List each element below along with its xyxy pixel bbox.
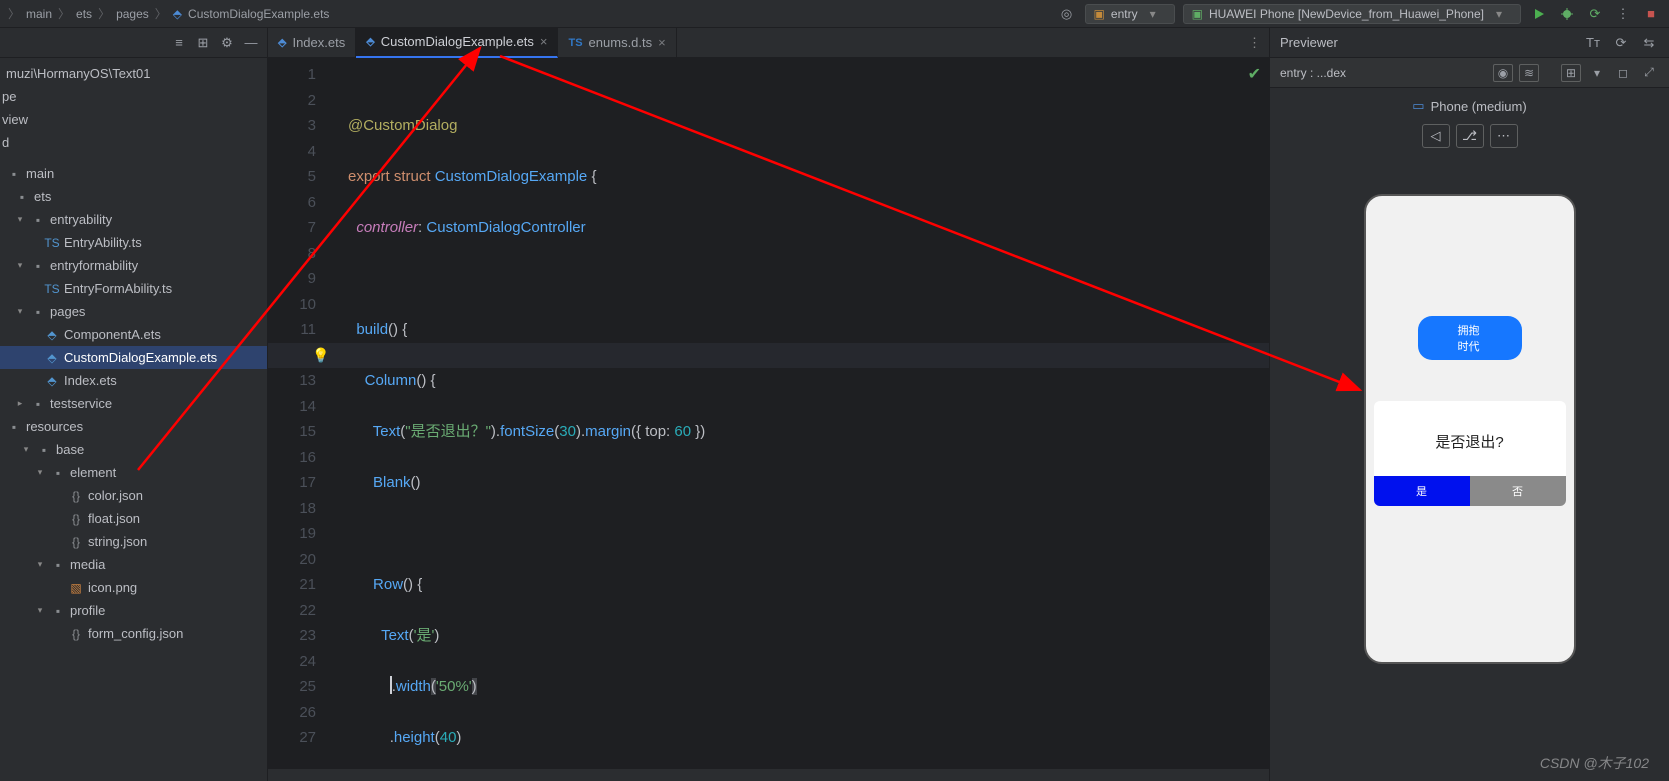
expand-all-icon[interactable]: ⊞: [193, 33, 213, 53]
tree-media[interactable]: ▾▪media: [0, 553, 267, 576]
refresh-icon[interactable]: ⟳: [1611, 34, 1631, 52]
grid-icon[interactable]: ⊞: [1561, 64, 1581, 82]
tree-resources[interactable]: ▪resources: [0, 415, 267, 438]
previewer-panel: Previewer Tᴛ ⟳ ⇆ entry : ...dex ◉ ≋ ⊞ ▾ …: [1269, 28, 1669, 781]
tree-index[interactable]: ⬘Index.ets: [0, 369, 267, 392]
tree-base[interactable]: ▾▪base: [0, 438, 267, 461]
target-icon[interactable]: ◎: [1057, 4, 1077, 24]
tree-entryability-file[interactable]: TSEntryAbility.ts: [0, 231, 267, 254]
tree-entryformability[interactable]: ▾▪entryformability: [0, 254, 267, 277]
back-icon[interactable]: ◁: [1422, 124, 1450, 148]
tree-d[interactable]: d: [0, 131, 267, 154]
watermark: CSDN @木子102: [1540, 753, 1649, 773]
ets-file-icon: ⬘: [173, 7, 182, 21]
eye-icon[interactable]: ◉: [1493, 64, 1513, 82]
tree-color[interactable]: {}color.json: [0, 484, 267, 507]
settings-icon[interactable]: ⚙: [217, 33, 237, 53]
font-icon[interactable]: Tᴛ: [1583, 34, 1603, 52]
tree-float[interactable]: {}float.json: [0, 507, 267, 530]
code-text[interactable]: @CustomDialog export struct CustomDialog…: [330, 58, 1269, 769]
tree-entryability[interactable]: ▾▪entryability: [0, 208, 267, 231]
sidebar-tools: ≡ ⊞ ⚙ —: [0, 28, 267, 58]
more-icon[interactable]: ⋯: [1490, 124, 1518, 148]
previewer-title: Previewer: [1280, 35, 1338, 50]
custom-dialog: 是否退出? 是 否: [1374, 401, 1566, 506]
more-icon[interactable]: ⋮: [1613, 4, 1633, 24]
chevron-down-icon[interactable]: ▾: [1587, 64, 1607, 82]
tab-more-icon[interactable]: ⋮: [1240, 35, 1269, 51]
tab-index[interactable]: ⬘Index.ets: [268, 28, 356, 58]
bc-ets[interactable]: ets: [76, 7, 92, 21]
ts-file-icon: TS: [568, 37, 582, 49]
no-button[interactable]: 否: [1470, 476, 1566, 506]
device-label[interactable]: ▭Phone (medium): [1270, 88, 1669, 124]
yes-button[interactable]: 是: [1374, 476, 1470, 506]
tree-project[interactable]: muzi\HormanyOS\Text01: [0, 62, 267, 85]
phone-mockup: 拥抱时代 是否退出? 是 否: [1364, 194, 1576, 664]
tab-customdialog[interactable]: ⬘CustomDialogExample.ets×: [356, 28, 558, 58]
check-icon[interactable]: ✔: [1248, 62, 1261, 88]
toolbar-right: ◎ ▣entry▾ ▣HUAWEI Phone [NewDevice_from_…: [1057, 4, 1661, 24]
line-gutter: 1234567891011121314151617181920212223242…: [268, 58, 330, 769]
dialog-row: 是 否: [1374, 476, 1566, 506]
rotate-icon[interactable]: ⎇: [1456, 124, 1484, 148]
pv-entry[interactable]: entry : ...dex: [1280, 66, 1346, 80]
layers-icon[interactable]: ≋: [1519, 64, 1539, 82]
tree-pages[interactable]: ▾▪pages: [0, 300, 267, 323]
top-toolbar: 〉main 〉ets 〉pages 〉⬘CustomDialogExample.…: [0, 0, 1669, 28]
breadcrumb: 〉main 〉ets 〉pages 〉⬘CustomDialogExample.…: [8, 5, 329, 22]
tree-profile[interactable]: ▾▪profile: [0, 599, 267, 622]
ets-file-icon: ⬘: [278, 36, 286, 49]
profiler-icon[interactable]: ⟳: [1585, 4, 1605, 24]
stop-icon[interactable]: ■: [1641, 4, 1661, 24]
previewer-nav: ◁ ⎇ ⋯: [1270, 124, 1669, 154]
close-icon[interactable]: ×: [540, 34, 548, 49]
tree-ets[interactable]: ▪ets: [0, 185, 267, 208]
horizontal-scrollbar[interactable]: [268, 769, 1269, 781]
previewer-titlebar: Previewer Tᴛ ⟳ ⇆: [1270, 28, 1669, 58]
tree-view[interactable]: view: [0, 108, 267, 131]
editor-tabs: ⬘Index.ets ⬘CustomDialogExample.ets× TSe…: [268, 28, 1269, 58]
previewer-bar: entry : ...dex ◉ ≋ ⊞ ▾ ◻ ⤢: [1270, 58, 1669, 88]
run-icon[interactable]: [1529, 4, 1549, 24]
tree-element[interactable]: ▾▪element: [0, 461, 267, 484]
device-dropdown[interactable]: ▣HUAWEI Phone [NewDevice_from_Huawei_Pho…: [1183, 4, 1521, 24]
primary-button[interactable]: 拥抱时代: [1418, 316, 1522, 360]
tab-enums[interactable]: TSenums.d.ts×: [558, 28, 676, 58]
bc-main[interactable]: main: [26, 7, 52, 21]
tree-formconfig[interactable]: {}form_config.json: [0, 622, 267, 645]
close-icon[interactable]: ×: [658, 35, 666, 50]
tree-componenta[interactable]: ⬘ComponentA.ets: [0, 323, 267, 346]
previewer-canvas: 拥抱时代 是否退出? 是 否: [1270, 154, 1669, 781]
module-dropdown[interactable]: ▣entry▾: [1085, 4, 1175, 24]
tree-scope[interactable]: pe: [0, 85, 267, 108]
project-tree: muzi\HormanyOS\Text01 pe view d ▪main ▪e…: [0, 58, 267, 649]
select-opened-icon[interactable]: ≡: [169, 33, 189, 53]
lightbulb-icon[interactable]: 💡: [312, 343, 329, 369]
settings-icon[interactable]: ⇆: [1639, 34, 1659, 52]
tree-entryformability-file[interactable]: TSEntryFormAbility.ts: [0, 277, 267, 300]
bc-pages[interactable]: pages: [116, 7, 149, 21]
tree-testservice[interactable]: ▸▪testservice: [0, 392, 267, 415]
tree-customdialog[interactable]: ⬘CustomDialogExample.ets: [0, 346, 267, 369]
tree-main[interactable]: ▪main: [0, 162, 267, 185]
debug-icon[interactable]: [1557, 4, 1577, 24]
dialog-text: 是否退出?: [1374, 401, 1566, 476]
editor: ⬘Index.ets ⬘CustomDialogExample.ets× TSe…: [268, 28, 1269, 781]
crop-icon[interactable]: ◻: [1613, 64, 1633, 82]
bc-file[interactable]: CustomDialogExample.ets: [188, 7, 329, 21]
tree-icon[interactable]: ▧icon.png: [0, 576, 267, 599]
expand-icon[interactable]: ⤢: [1639, 64, 1659, 82]
tree-string[interactable]: {}string.json: [0, 530, 267, 553]
ets-file-icon: ⬘: [366, 35, 374, 48]
code-area[interactable]: ✔ 💡 123456789101112131415161718192021222…: [268, 58, 1269, 769]
project-sidebar: ≡ ⊞ ⚙ — muzi\HormanyOS\Text01 pe view d …: [0, 28, 268, 781]
collapse-icon[interactable]: —: [241, 33, 261, 53]
